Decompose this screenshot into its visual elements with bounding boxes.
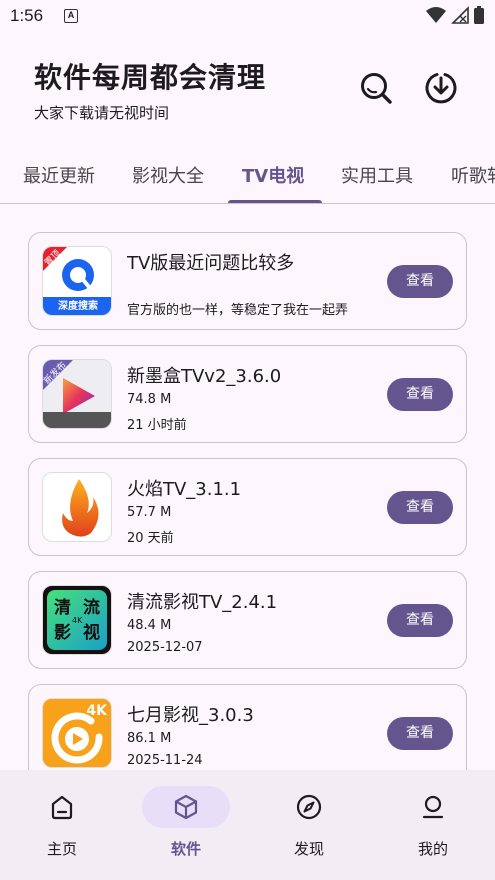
- nav-home-label: 主页: [46, 840, 77, 858]
- app-date: 2025-11-24: [127, 753, 203, 768]
- app-icon: 新发布: [42, 359, 112, 429]
- app-size: 57.7 M: [127, 505, 172, 520]
- notification-icon: A: [64, 9, 78, 23]
- nav-discover[interactable]: 发现: [264, 786, 354, 859]
- status-bar: 1:56 A: [0, 0, 495, 34]
- nav-home[interactable]: 主页: [17, 786, 107, 859]
- list-item[interactable]: 4K 七月影视_3.0.3 86.1 M 2025-11-24 查看: [28, 684, 467, 782]
- nav-me[interactable]: 我的: [388, 786, 478, 859]
- app-title: 新墨盒TVv2_3.6.0: [127, 366, 282, 387]
- tab-indicator: [228, 200, 322, 203]
- view-button[interactable]: 查看: [387, 265, 453, 298]
- app-size: 86.1 M: [127, 731, 172, 746]
- view-button[interactable]: 查看: [387, 378, 453, 411]
- wifi-icon: [426, 7, 446, 23]
- category-tabs: 最近更新 影视大全 TV电视 实用工具 听歌软件: [0, 152, 495, 204]
- app-size: 48.4 M: [127, 618, 172, 633]
- home-icon: [51, 795, 73, 820]
- app-icon-sub: 4K: [72, 616, 83, 625]
- app-icon-caption: 4K: [86, 703, 107, 719]
- cube-icon: [174, 794, 198, 820]
- tab-movies[interactable]: 影视大全: [132, 162, 204, 188]
- list-item[interactable]: 清 流 影 视 4K 清流影视TV_2.4.1 48.4 M 2025-12-0…: [28, 571, 467, 669]
- nav-me-label: 我的: [417, 840, 448, 858]
- app-date: 2025-12-07: [127, 640, 203, 655]
- app-date: 21 小时前: [127, 418, 187, 433]
- page-subtitle: 大家下载请无视时间: [34, 104, 170, 122]
- compass-icon: [296, 794, 322, 820]
- app-date: 20 天前: [127, 531, 174, 546]
- tab-tools[interactable]: 实用工具: [341, 162, 413, 188]
- bottom-nav: 主页 软件 发现 我的: [0, 770, 495, 880]
- list-item[interactable]: 新发布 新墨盒TVv2_3.6.0 74.8 M 21 小时前 查看: [28, 345, 467, 443]
- app-title: 七月影视_3.0.3: [127, 705, 254, 726]
- app-icon: [42, 472, 112, 542]
- download-icon: [425, 73, 457, 104]
- app-icon: 置顶 深度搜索: [42, 246, 112, 316]
- view-button[interactable]: 查看: [387, 604, 453, 637]
- battery-icon: [474, 6, 484, 24]
- download-button[interactable]: [421, 68, 461, 108]
- app-title: 清流影视TV_2.4.1: [127, 592, 278, 613]
- list-item[interactable]: 置顶 深度搜索 TV版最近问题比较多 官方版的也一样，等稳定了我在一起弄 查看: [28, 232, 467, 330]
- app-title: 火焰TV_3.1.1: [127, 479, 242, 500]
- nav-software[interactable]: 软件: [141, 786, 231, 859]
- search-button[interactable]: [356, 68, 396, 108]
- page-header: 软件每周都会清理 大家下载请无视时间: [34, 56, 266, 123]
- nav-discover-label: 发现: [293, 840, 324, 858]
- page-title: 软件每周都会清理: [34, 61, 267, 94]
- app-description: 官方版的也一样，等稳定了我在一起弄: [127, 303, 349, 318]
- app-icon: 清 流 影 视 4K: [42, 585, 112, 655]
- list-item[interactable]: 火焰TV_3.1.1 57.7 M 20 天前 查看: [28, 458, 467, 556]
- nav-software-label: 软件: [170, 840, 201, 858]
- app-title: TV版最近问题比较多: [127, 253, 295, 274]
- app-icon-caption: 深度搜索: [58, 301, 98, 312]
- view-button[interactable]: 查看: [387, 717, 453, 750]
- app-size: 74.8 M: [127, 392, 172, 407]
- tab-music[interactable]: 听歌软件: [451, 162, 495, 188]
- status-time: 1:56: [10, 6, 44, 25]
- tab-tv[interactable]: TV电视: [242, 162, 304, 188]
- signal-icon: [451, 6, 469, 24]
- person-icon: [422, 795, 444, 819]
- search-icon: [361, 73, 392, 104]
- app-icon: 4K: [42, 698, 112, 768]
- view-button[interactable]: 查看: [387, 491, 453, 524]
- tab-recent[interactable]: 最近更新: [23, 162, 95, 188]
